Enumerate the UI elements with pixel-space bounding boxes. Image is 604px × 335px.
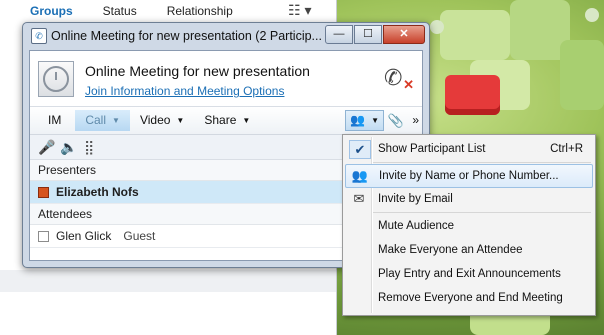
people-options-button[interactable]: 👥 ▼ — [345, 110, 384, 131]
menu-item-mute-audience[interactable]: Mute Audience — [345, 215, 593, 237]
view-options-icon[interactable]: ☷ ▾ — [288, 2, 320, 18]
menu-item-invite-by-email[interactable]: ✉ Invite by Email — [345, 188, 593, 210]
close-button[interactable]: ✕ — [383, 25, 425, 44]
tab-relationship[interactable]: Relationship — [167, 4, 233, 18]
call-button[interactable]: Call ▼ — [75, 110, 130, 131]
menu-item-remove-everyone[interactable]: Remove Everyone and End Meeting — [345, 287, 593, 309]
chevron-down-icon: ▼ — [371, 116, 379, 126]
meeting-avatar — [38, 61, 74, 97]
menu-item-label: Remove Everyone and End Meeting — [378, 292, 563, 304]
envelope-icon: ✉ — [353, 191, 365, 206]
tab-groups[interactable]: Groups — [30, 4, 73, 18]
presenter-icon — [38, 187, 49, 199]
menu-item-label: Make Everyone an Attendee — [378, 244, 523, 256]
menu-item-shortcut: Ctrl+R — [550, 143, 583, 155]
window-controls: — ☐ ✕ — [325, 25, 425, 44]
share-button[interactable]: Share ▼ — [194, 110, 260, 131]
hang-up-button[interactable]: ✆ ✕ — [384, 65, 414, 92]
menu-separator — [373, 212, 591, 213]
clock-icon — [43, 66, 69, 92]
lync-app-icon: ✆ — [31, 28, 47, 44]
speaker-icon[interactable]: 🔈 — [60, 139, 77, 156]
menu-item-make-everyone-attendee[interactable]: Make Everyone an Attendee — [345, 239, 593, 261]
tab-status[interactable]: Status — [103, 4, 137, 18]
menu-item-invite-by-name[interactable]: 👥 Invite by Name or Phone Number... — [345, 164, 593, 188]
menu-separator — [373, 162, 591, 163]
participant-name: Glen Glick — [56, 229, 112, 243]
menu-item-show-participant-list[interactable]: ✔ Show Participant List Ctrl+R — [345, 138, 593, 160]
video-button[interactable]: Video ▼ — [130, 110, 194, 131]
checkmark-icon: ✔ — [349, 140, 371, 159]
more-options-button[interactable]: » — [412, 110, 419, 131]
im-button[interactable]: IM — [30, 110, 71, 131]
menu-item-label: Play Entry and Exit Announcements — [378, 268, 561, 280]
paperclip-icon: 📎 — [387, 113, 404, 128]
video-label: Video — [139, 113, 171, 127]
phone-icon: ✆ — [384, 65, 403, 90]
fruit-decoration — [560, 40, 604, 110]
menu-item-label: Mute Audience — [378, 220, 455, 232]
people-options-menu: ✔ Show Participant List Ctrl+R 👥 Invite … — [342, 134, 596, 316]
meeting-title: Online Meeting for new presentation — [85, 63, 310, 79]
fruit-decoration — [445, 75, 500, 115]
people-icon: 👥 — [350, 113, 366, 127]
chevron-down-icon: ▼ — [112, 116, 120, 126]
meeting-header: Online Meeting for new presentation Join… — [30, 51, 422, 107]
title-bar[interactable]: ✆ Online Meeting for new presentation (2… — [23, 23, 429, 49]
contacts-footer-strip — [0, 270, 336, 292]
attachment-button[interactable]: 📎 — [388, 110, 404, 131]
share-label: Share — [204, 113, 237, 127]
window-title: Online Meeting for new presentation (2 P… — [51, 29, 322, 43]
chevron-right-double-icon: » — [412, 113, 419, 127]
chevron-down-icon: ▼ — [242, 116, 251, 126]
participant-role: Guest — [123, 229, 156, 243]
contacts-tab-bar: Groups Status Relationship — [0, 0, 336, 22]
end-call-x-icon: ✕ — [403, 77, 414, 92]
menu-item-play-announcements[interactable]: Play Entry and Exit Announcements — [345, 263, 593, 285]
add-person-icon: 👥 — [351, 168, 369, 183]
dialpad-icon[interactable]: ⣿ — [84, 139, 94, 156]
microphone-icon[interactable]: 🎤 — [38, 139, 55, 156]
menu-item-label: Invite by Email — [378, 193, 453, 205]
attendee-icon — [38, 231, 49, 243]
fruit-decoration — [440, 10, 510, 60]
minimize-button[interactable]: — — [325, 25, 353, 44]
call-label: Call — [85, 113, 107, 127]
menu-item-label: Show Participant List — [378, 143, 486, 155]
menu-item-label: Invite by Name or Phone Number... — [379, 170, 559, 182]
chevron-down-icon: ▼ — [176, 116, 185, 126]
fruit-decoration — [585, 8, 599, 22]
participant-name: Elizabeth Nofs — [56, 185, 139, 199]
fruit-decoration — [430, 20, 444, 34]
maximize-button[interactable]: ☐ — [354, 25, 382, 44]
join-info-link[interactable]: Join Information and Meeting Options — [85, 84, 284, 98]
meeting-toolbar: IM Call ▼ Video ▼ Share ▼ 👥 ▼ 📎 » — [30, 107, 422, 135]
